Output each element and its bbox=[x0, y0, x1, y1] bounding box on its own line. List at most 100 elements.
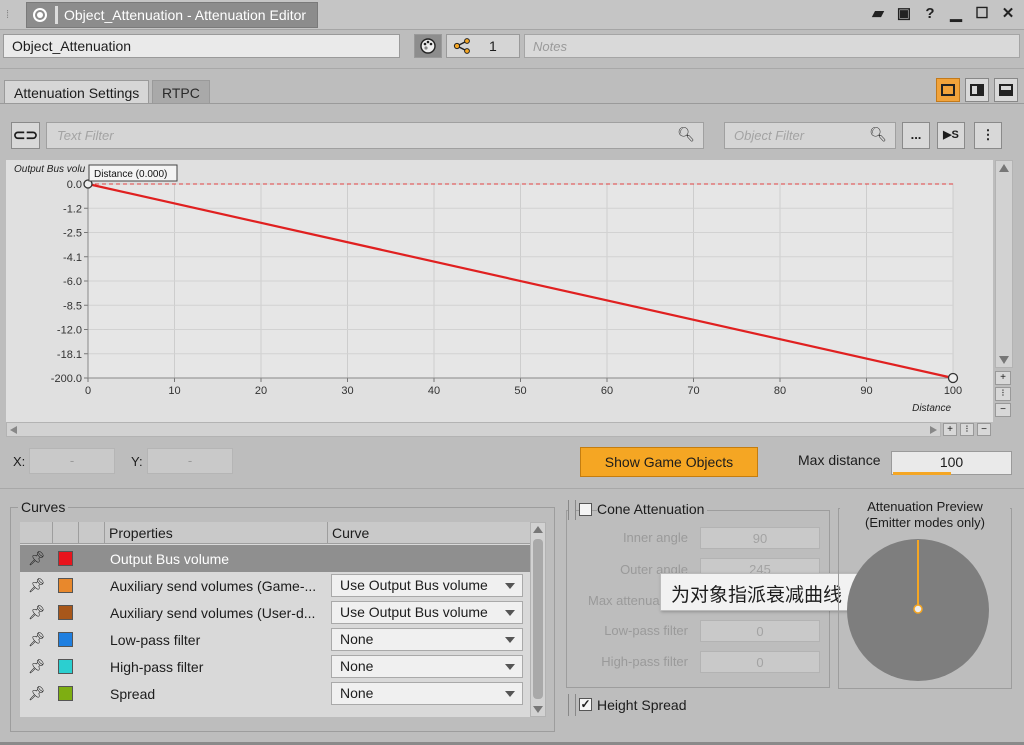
curves-group-label: Curves bbox=[18, 499, 69, 515]
maximize-icon[interactable]: ☐ bbox=[974, 5, 990, 23]
lowpass-field: 0 bbox=[700, 620, 820, 642]
curve-row[interactable]: 📌︎ High-pass filter None bbox=[20, 653, 530, 680]
column-divider bbox=[104, 522, 105, 544]
window-title: Object_Attenuation - Attenuation Editor bbox=[64, 7, 307, 23]
scroll-right-icon[interactable] bbox=[930, 426, 937, 434]
curve-property-label: Auxiliary send volumes (User-d... bbox=[110, 605, 316, 621]
y-tick-label: -2.5 bbox=[63, 228, 82, 240]
reference-count: 1 bbox=[489, 38, 497, 54]
preview-emitter-point bbox=[913, 604, 923, 614]
group-grip-icon bbox=[568, 500, 576, 520]
preview-title: Attenuation Preview bbox=[867, 499, 983, 514]
curve-row[interactable]: 📌︎ Auxiliary send volumes (User-d... Use O… bbox=[20, 599, 530, 626]
tab-attenuation-settings[interactable]: Attenuation Settings bbox=[4, 80, 150, 104]
curve-select-value: None bbox=[340, 631, 374, 647]
curves-table-scrollbar[interactable] bbox=[530, 522, 546, 717]
zoom-fit-x-button[interactable]: ⁝ bbox=[960, 423, 974, 436]
y-coord-field[interactable]: - bbox=[147, 448, 233, 474]
scroll-left-icon[interactable] bbox=[10, 426, 17, 434]
curve-row[interactable]: 📌︎ Auxiliary send volumes (Game-... Use Ou… bbox=[20, 572, 530, 599]
attenuation-preview-title: Attenuation Preview (Emitter modes only) bbox=[840, 499, 1010, 531]
zoom-in-x-button[interactable]: + bbox=[943, 423, 957, 436]
inner-angle-label: Inner angle bbox=[622, 530, 688, 545]
layout-vertical-split-button[interactable] bbox=[965, 78, 989, 102]
color-palette-button[interactable] bbox=[414, 34, 442, 58]
max-distance-slider-fill[interactable] bbox=[893, 472, 951, 475]
curve-chart[interactable]: 0 10 20 30 40 50 60 70 80 90 100 0.0 -1.2 -2.5 -4.1 -6.… bbox=[6, 160, 993, 422]
save-icon[interactable]: ▣ bbox=[896, 5, 912, 23]
cone-attenuation-label: Cone Attenuation bbox=[597, 501, 708, 517]
layout-horizontal-split-button[interactable] bbox=[994, 78, 1018, 102]
curve-select[interactable]: None bbox=[331, 682, 523, 705]
scroll-down-icon[interactable] bbox=[533, 706, 543, 713]
curve-row[interactable]: 📌︎ Spread None bbox=[20, 680, 530, 707]
curve-color-swatch[interactable] bbox=[58, 578, 73, 593]
height-spread-checkbox[interactable]: ✓ bbox=[579, 698, 592, 711]
curve-color-swatch[interactable] bbox=[58, 659, 73, 674]
notes-field[interactable]: Notes bbox=[524, 34, 1020, 58]
link-button[interactable]: ⊂⊃ bbox=[11, 122, 40, 149]
open-folder-icon[interactable]: ▰ bbox=[870, 5, 886, 23]
curve-color-swatch[interactable] bbox=[58, 632, 73, 647]
references-button[interactable]: 1 bbox=[446, 34, 520, 58]
x-tick-label: 100 bbox=[944, 385, 962, 397]
layout-single-icon bbox=[941, 84, 955, 96]
object-name-field[interactable]: Object_Attenuation bbox=[3, 34, 400, 58]
layout-horizontal-icon bbox=[999, 84, 1013, 96]
column-header-properties[interactable]: Properties bbox=[109, 525, 173, 541]
scroll-down-icon[interactable] bbox=[999, 356, 1009, 364]
zoom-fit-y-button[interactable]: ⁝ bbox=[995, 387, 1011, 401]
curve-select[interactable]: None bbox=[331, 655, 523, 678]
curve-select[interactable]: Use Output Bus volume bbox=[331, 574, 523, 597]
title-bar: ⁞ Object_Attenuation - Attenuation Edito… bbox=[0, 0, 1024, 30]
point-tooltip-text: Distance (0.000) bbox=[94, 169, 167, 180]
curve-row[interactable]: 📌︎ Output Bus volume bbox=[20, 545, 530, 572]
zoom-out-x-button[interactable]: − bbox=[977, 423, 991, 436]
x-coord-field[interactable]: - bbox=[29, 448, 115, 474]
scrollbar-thumb[interactable] bbox=[533, 539, 543, 699]
zoom-in-y-button[interactable]: + bbox=[995, 371, 1011, 385]
scroll-up-icon[interactable] bbox=[999, 164, 1009, 172]
window-tab[interactable]: Object_Attenuation - Attenuation Editor bbox=[26, 2, 318, 28]
object-filter-input[interactable]: Object Filter 🔍︎ bbox=[724, 122, 896, 149]
close-icon[interactable]: ✕ bbox=[1000, 5, 1016, 23]
drag-grip-icon[interactable]: ⁞ bbox=[6, 8, 12, 22]
curve-color-swatch[interactable] bbox=[58, 605, 73, 620]
attenuation-graph[interactable]: 0 10 20 30 40 50 60 70 80 90 100 0.0 -1.2 -2.5 -4.1 -6.… bbox=[6, 160, 993, 422]
chevron-down-icon bbox=[505, 583, 515, 589]
curve-select[interactable]: Use Output Bus volume bbox=[331, 601, 523, 624]
scroll-up-icon[interactable] bbox=[533, 526, 543, 533]
pin-icon[interactable]: 📌︎ bbox=[28, 604, 46, 621]
layout-vertical-icon bbox=[970, 84, 984, 96]
column-header-curve[interactable]: Curve bbox=[332, 525, 369, 541]
pin-icon[interactable]: 📌︎ bbox=[28, 550, 46, 567]
zoom-out-y-button[interactable]: − bbox=[995, 403, 1011, 417]
show-game-objects-button[interactable]: Show Game Objects bbox=[580, 447, 758, 477]
share-icon bbox=[453, 38, 470, 54]
pin-icon[interactable]: 📌︎ bbox=[28, 577, 46, 594]
graph-vertical-scrollbar[interactable] bbox=[995, 160, 1013, 368]
game-object-view-button[interactable]: ▶S bbox=[937, 122, 965, 149]
cone-attenuation-checkbox[interactable] bbox=[579, 503, 592, 516]
pin-icon[interactable]: 📌︎ bbox=[28, 631, 46, 648]
curve-row[interactable]: 📌︎ Low-pass filter None bbox=[20, 626, 530, 653]
curve-color-swatch[interactable] bbox=[58, 551, 73, 566]
divider bbox=[0, 488, 1024, 489]
curve-color-swatch[interactable] bbox=[58, 686, 73, 701]
pin-icon[interactable]: 📌︎ bbox=[28, 685, 46, 702]
graph-horizontal-scrollbar[interactable] bbox=[6, 422, 941, 437]
more-options-button[interactable]: ... bbox=[902, 122, 930, 149]
layout-single-button[interactable] bbox=[936, 78, 960, 102]
help-icon[interactable]: ? bbox=[922, 5, 938, 23]
y-tick-label: -6.0 bbox=[63, 276, 82, 288]
minimize-icon[interactable]: ▁ bbox=[948, 5, 964, 23]
overflow-menu-button[interactable]: ⋮ bbox=[974, 122, 1002, 149]
chevron-down-icon bbox=[505, 691, 515, 697]
max-attenuation-label: Max attenua bbox=[588, 593, 660, 608]
chevron-down-icon bbox=[505, 637, 515, 643]
curve-select[interactable]: None bbox=[331, 628, 523, 651]
text-filter-input[interactable]: Text Filter 🔍︎ bbox=[46, 122, 704, 149]
x-tick-label: 30 bbox=[341, 385, 353, 397]
pin-icon[interactable]: 📌︎ bbox=[28, 658, 46, 675]
tab-rtpc[interactable]: RTPC bbox=[152, 80, 210, 104]
